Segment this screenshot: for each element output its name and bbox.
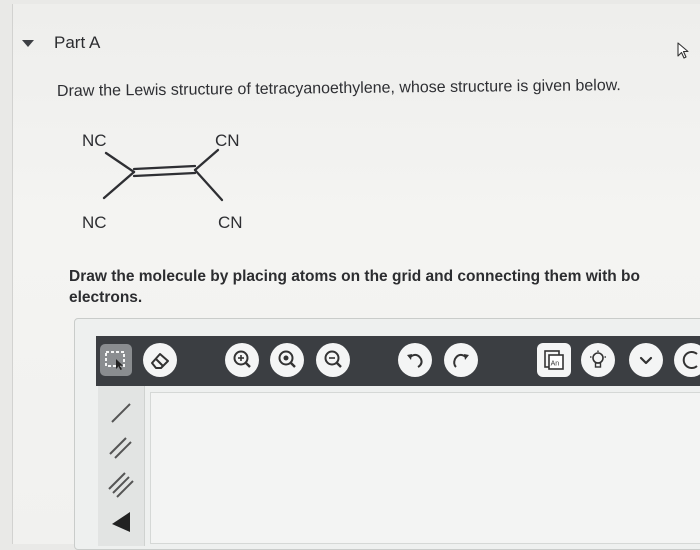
eraser-button[interactable] [143,343,177,377]
atom-template-icon: An [544,350,564,370]
label-bottom-right: CN [218,213,243,232]
part-title: Part A [54,33,101,52]
more-icon [682,351,698,369]
double-bond-tool[interactable] [104,430,138,464]
chevron-down-icon [639,356,653,365]
double-bond-line-2 [132,171,197,178]
drawing-canvas[interactable] [150,392,700,544]
instruction-text: Draw the molecule by placing atoms on th… [69,266,640,308]
template-label: An [551,361,560,368]
molecule-structure: NC CN NC CN [82,131,243,232]
bond-top-left [104,151,136,174]
zoom-out-button[interactable] [316,343,350,377]
label-top-right: CN [215,131,240,150]
triple-bond-tool[interactable] [104,466,138,500]
collapse-arrow-icon[interactable] [22,40,34,47]
select-icon [105,351,125,370]
zoom-reset-button[interactable] [270,343,304,377]
bond-bottom-left [102,170,136,200]
bond-bottom-right [193,168,224,202]
select-tool-button[interactable] [100,344,132,376]
single-bond-tool[interactable] [104,396,138,430]
hint-icon [590,350,606,368]
triple-bond-icon [108,472,134,498]
eraser-icon [151,353,169,369]
more-options-button[interactable] [629,343,663,377]
zoom-in-icon [233,350,251,368]
zoom-in-button[interactable] [225,343,259,377]
hint-button[interactable] [581,343,615,377]
double-bond-icon [109,437,132,459]
atom-template-button[interactable]: An [537,343,571,377]
label-top-left: NC [82,131,107,150]
wedge-bond-icon [112,512,130,532]
redo-button[interactable] [444,343,478,377]
undo-icon [407,353,423,368]
instruction-line-2: electrons. [69,289,143,306]
bond-top-right [193,148,220,172]
mouse-cursor-icon [677,42,689,59]
undo-button[interactable] [398,343,432,377]
zoom-out-icon [324,350,342,368]
single-bond-icon [111,403,131,423]
double-bond-line-1 [132,164,197,171]
more-button[interactable] [674,343,700,377]
instruction-line-1: Draw the molecule by placing atoms on th… [69,268,640,285]
label-bottom-left: NC [82,213,107,232]
redo-icon [453,353,469,368]
zoom-reset-icon [278,350,296,368]
wedge-bond-tool[interactable] [104,502,138,536]
